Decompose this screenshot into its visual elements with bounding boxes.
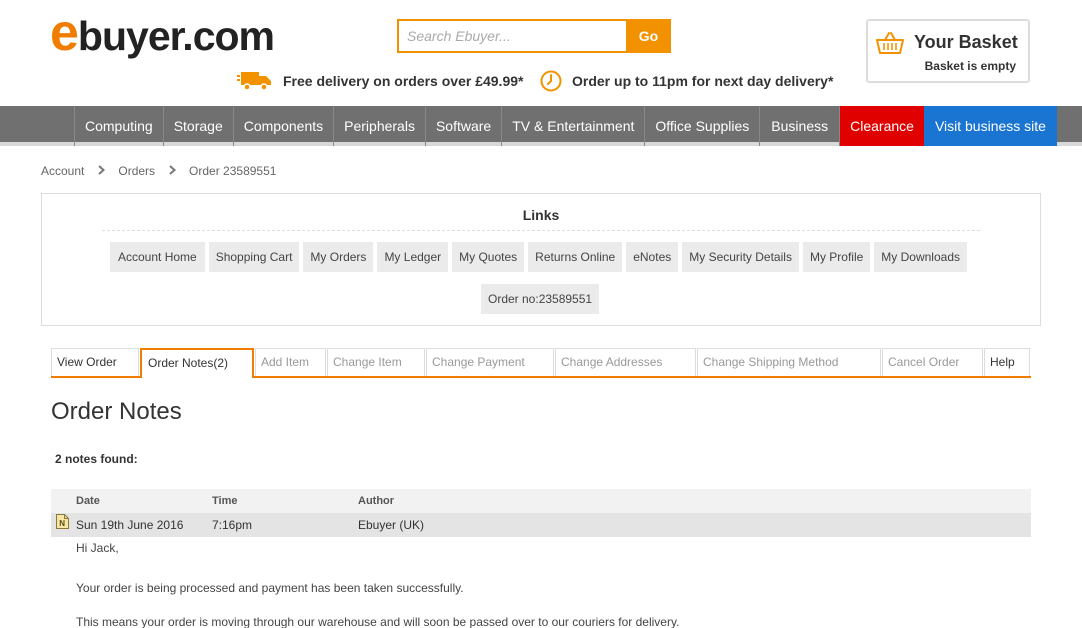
- nav-peripherals[interactable]: Peripherals: [333, 106, 425, 146]
- chevron-right-icon: [169, 164, 177, 178]
- note-icon: N: [56, 513, 69, 529]
- main-nav: Computing Storage Components Peripherals…: [0, 106, 1082, 146]
- link-returns-online[interactable]: Returns Online: [528, 242, 623, 272]
- note-greeting: Hi Jack,: [76, 541, 119, 555]
- notes-count: 2 notes found:: [55, 452, 138, 466]
- link-order-number[interactable]: Order no:23589551: [481, 284, 600, 314]
- tab-change-addresses: Change Addresses: [555, 348, 696, 376]
- note-body: Hi Jack, Your order is being processed a…: [51, 537, 1031, 628]
- table-header: Date Time Author: [51, 489, 1031, 513]
- nav-storage[interactable]: Storage: [162, 106, 233, 146]
- links-divider: [102, 230, 980, 231]
- chevron-right-icon: [98, 164, 106, 178]
- header-author: Author: [358, 495, 395, 507]
- links-title: Links: [522, 207, 560, 223]
- nav-visit-business-site[interactable]: Visit business site: [923, 106, 1057, 146]
- link-shopping-cart[interactable]: Shopping Cart: [208, 242, 300, 272]
- note-time: 7:16pm: [212, 518, 253, 532]
- note-paragraph: Your order is being processed and paymen…: [76, 581, 464, 595]
- nav-business[interactable]: Business: [759, 106, 841, 146]
- tab-change-payment: Change Payment: [426, 348, 554, 376]
- tab-cancel-order: Cancel Order: [882, 348, 983, 376]
- link-account-home[interactable]: Account Home: [110, 242, 205, 272]
- nav-components[interactable]: Components: [232, 106, 333, 146]
- nav-computing[interactable]: Computing: [74, 106, 163, 146]
- link-my-profile[interactable]: My Profile: [802, 242, 871, 272]
- nav-office-supplies[interactable]: Office Supplies: [644, 106, 759, 146]
- header-date: Date: [76, 495, 100, 507]
- free-delivery-promo[interactable]: Free delivery on orders over £49.99*: [237, 70, 523, 92]
- link-my-quotes[interactable]: My Quotes: [452, 242, 525, 272]
- account-links-panel: Links Account Home Shopping Cart My Orde…: [41, 193, 1041, 326]
- search-go-button[interactable]: Go: [626, 19, 671, 53]
- nav-clearance[interactable]: Clearance: [840, 106, 924, 146]
- breadcrumb-orders[interactable]: Orders: [118, 164, 155, 178]
- note-date: Sun 19th June 2016: [76, 518, 184, 532]
- links-row: Account Home Shopping Cart My Orders My …: [110, 242, 967, 272]
- logo-e: e: [50, 4, 79, 62]
- breadcrumb: Account Orders Order 23589551: [41, 164, 276, 178]
- link-my-ledger[interactable]: My Ledger: [377, 242, 449, 272]
- nav-tv-entertainment[interactable]: TV & Entertainment: [501, 106, 644, 146]
- basket-status: Basket is empty: [924, 59, 1016, 73]
- header-time: Time: [212, 495, 238, 507]
- nav-software[interactable]: Software: [424, 106, 501, 146]
- tab-change-item: Change Item: [327, 348, 425, 376]
- tab-add-item: Add Item: [255, 348, 326, 376]
- page-title: Order Notes: [51, 398, 182, 425]
- notes-table: Date Time Author N Sun 19th June 2016 7:…: [51, 489, 1031, 628]
- note-paragraph: This means your order is moving through …: [76, 615, 680, 628]
- tab-order-notes[interactable]: Order Notes(2): [140, 348, 254, 378]
- table-row[interactable]: N Sun 19th June 2016 7:16pm Ebuyer (UK): [51, 513, 1031, 537]
- free-delivery-text: Free delivery on orders over £49.99*: [283, 73, 524, 89]
- basket-widget[interactable]: Your Basket Basket is empty: [866, 19, 1030, 83]
- clock-icon: [540, 70, 562, 92]
- order-tabs: View Order Order Notes(2) Add Item Chang…: [51, 348, 1031, 378]
- next-day-text: Order up to 11pm for next day delivery*: [572, 73, 834, 89]
- tab-change-shipping-method: Change Shipping Method: [697, 348, 881, 376]
- link-enotes[interactable]: eNotes: [626, 242, 679, 272]
- breadcrumb-account[interactable]: Account: [41, 164, 84, 178]
- search-input[interactable]: [397, 19, 626, 53]
- link-my-downloads[interactable]: My Downloads: [874, 242, 967, 272]
- basket-title: Your Basket: [914, 32, 1018, 52]
- note-author: Ebuyer (UK): [358, 518, 425, 532]
- tab-view-order[interactable]: View Order: [51, 348, 139, 376]
- svg-text:N: N: [59, 519, 65, 528]
- breadcrumb-current-order: Order 23589551: [189, 164, 277, 178]
- link-my-orders[interactable]: My Orders: [303, 242, 374, 272]
- next-day-promo[interactable]: Order up to 11pm for next day delivery*: [540, 70, 833, 92]
- link-my-security-details[interactable]: My Security Details: [682, 242, 799, 272]
- tab-help[interactable]: Help: [984, 348, 1030, 376]
- logo-text: buyer.com: [77, 13, 275, 59]
- ebuyer-logo[interactable]: ebuyer.com: [50, 7, 275, 61]
- delivery-truck-icon: [237, 70, 273, 92]
- basket-icon: [876, 31, 904, 60]
- search-bar: Go: [397, 19, 671, 53]
